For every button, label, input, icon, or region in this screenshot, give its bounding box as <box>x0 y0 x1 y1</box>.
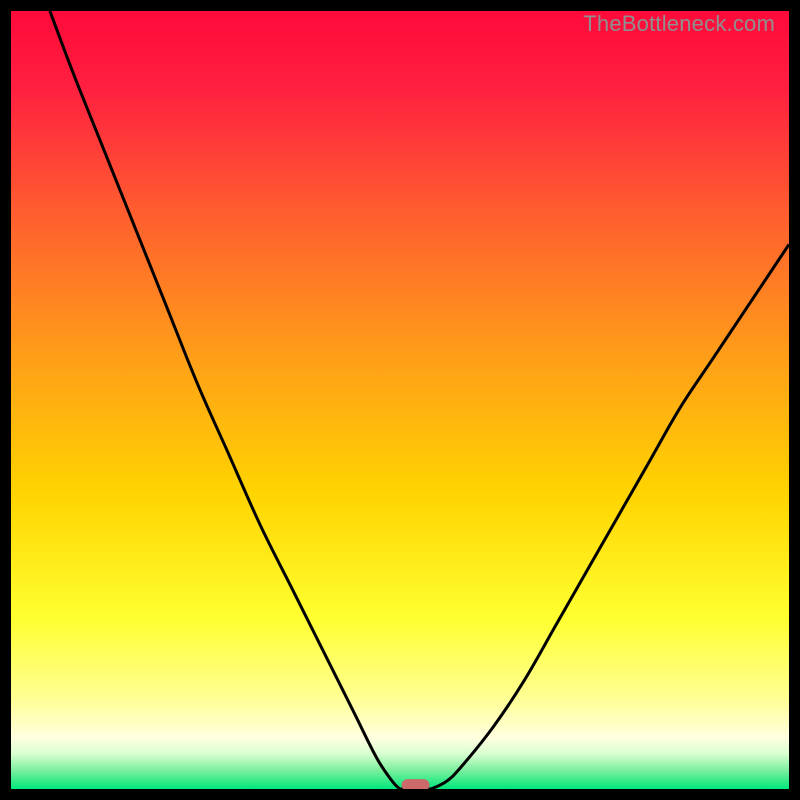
bottleneck-chart <box>11 11 789 789</box>
chart-frame: TheBottleneck.com <box>11 11 789 789</box>
watermark-text: TheBottleneck.com <box>583 11 775 37</box>
gradient-background <box>11 11 789 789</box>
optimal-marker <box>402 779 430 789</box>
